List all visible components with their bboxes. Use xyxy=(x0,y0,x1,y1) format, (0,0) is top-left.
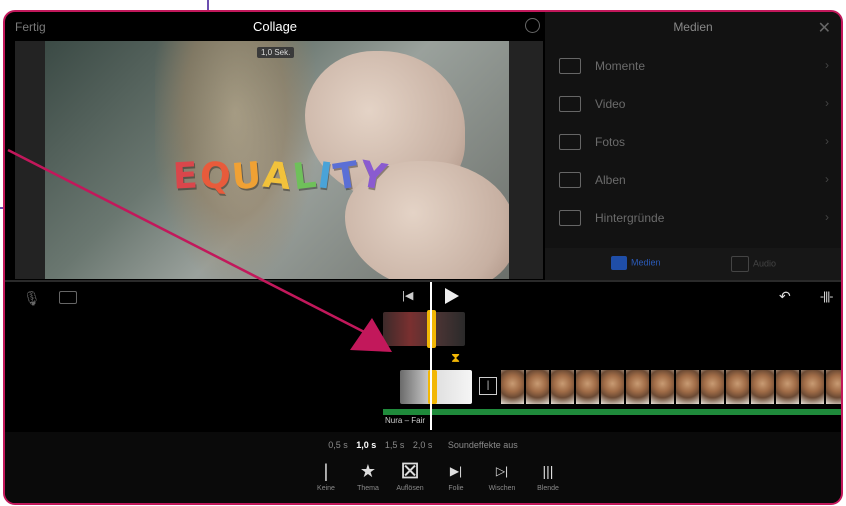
arrow-line xyxy=(7,148,377,340)
arrow-head xyxy=(350,318,392,352)
annotation-arrow xyxy=(7,148,392,352)
